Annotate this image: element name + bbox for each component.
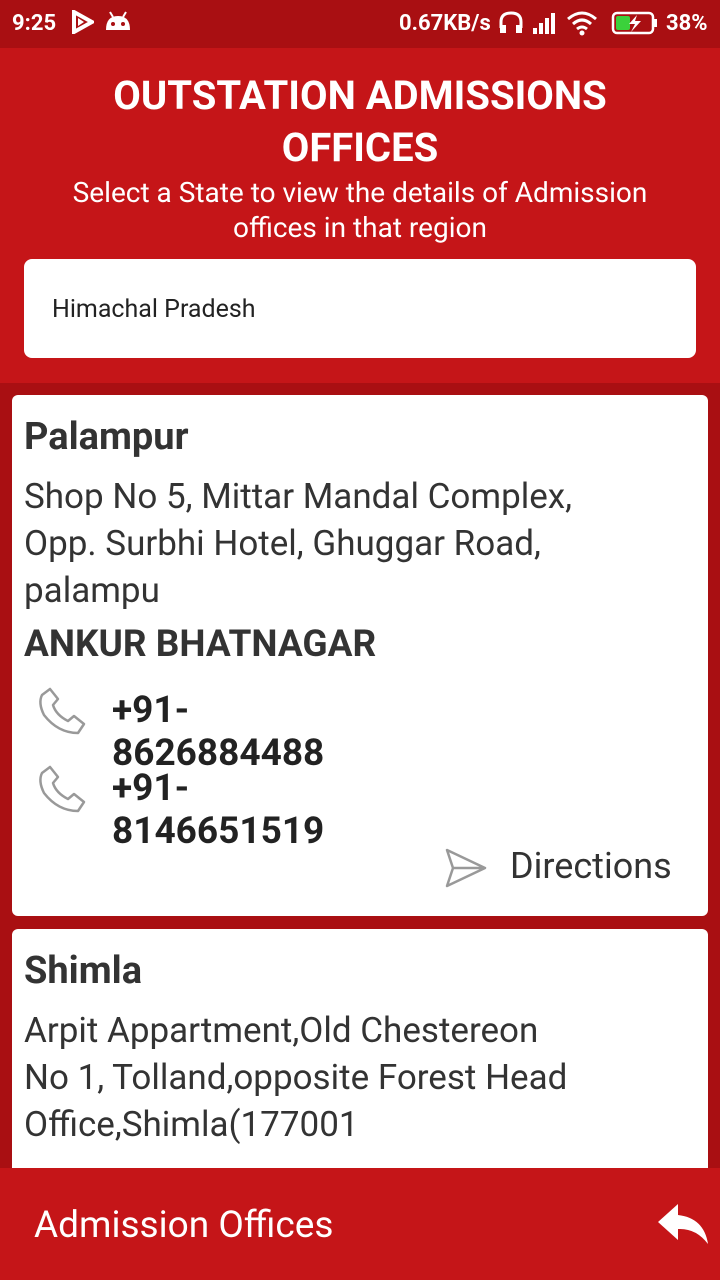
bottom-bar: Admission Offices [0, 1168, 720, 1280]
battery-percent: 38% [666, 11, 708, 36]
page-title-line1: OUTSTATION ADMISSIONS [113, 72, 607, 119]
page-title-line2: OFFICES [281, 124, 439, 171]
signal-icon [531, 10, 557, 42]
contact-name: ANKUR BHATNAGAR [24, 623, 377, 666]
subtitle-line2: offices in that region [233, 211, 487, 244]
office-city: Shimla [24, 949, 143, 993]
directions-label: Directions [510, 845, 672, 887]
android-icon [104, 10, 132, 40]
notification-icon [72, 8, 97, 40]
office-card: Shimla Arpit Appartment,Old Chestereon N… [12, 929, 708, 1170]
battery-icon [611, 10, 659, 42]
status-time: 9:25 [12, 11, 57, 36]
address-line: Shop No 5, Mittar Mandal Complex, [24, 476, 573, 517]
office-address: Arpit Appartment,Old Chestereon No 1, To… [24, 1007, 684, 1148]
network-speed: 0.67KB/s [399, 11, 491, 36]
address-line: Opp. Surbhi Hotel, Ghuggar Road, [24, 523, 541, 564]
wifi-icon [566, 10, 598, 42]
selected-state: Himachal Pradesh [52, 295, 256, 324]
bottom-bar-title: Admission Offices [34, 1204, 334, 1247]
address-line: Arpit Appartment,Old Chestereon [24, 1010, 539, 1051]
directions-button[interactable]: Directions [444, 845, 688, 893]
send-icon [444, 847, 488, 893]
headset-icon [498, 10, 524, 42]
reply-arrow-icon[interactable] [656, 1202, 710, 1246]
header: OUTSTATION ADMISSIONS OFFICES Select a S… [0, 48, 720, 383]
address-line: palampu [24, 570, 160, 611]
office-city: Palampur [24, 415, 189, 459]
office-card: Palampur Shop No 5, Mittar Mandal Comple… [12, 395, 708, 916]
status-bar: 9:25 0.67KB/s 38% [0, 0, 720, 48]
subtitle-line1: Select a State to view the details of Ad… [72, 176, 648, 209]
office-list[interactable]: Palampur Shop No 5, Mittar Mandal Comple… [0, 383, 720, 1170]
phone-number: +91-8146651519 [112, 767, 325, 853]
address-line: No 1, Tolland,opposite Forest Head [24, 1057, 568, 1098]
state-selector[interactable]: Himachal Pradesh [24, 259, 696, 358]
phone-number: +91-8626884488 [112, 689, 325, 775]
office-address: Shop No 5, Mittar Mandal Complex, Opp. S… [24, 473, 684, 614]
address-line: Office,Shimla(177001 [24, 1104, 359, 1145]
phone-icon [36, 685, 88, 741]
phone-icon [36, 763, 88, 819]
page-subtitle: Select a State to view the details of Ad… [40, 175, 680, 245]
page-title: OUTSTATION ADMISSIONS OFFICES [0, 70, 720, 174]
